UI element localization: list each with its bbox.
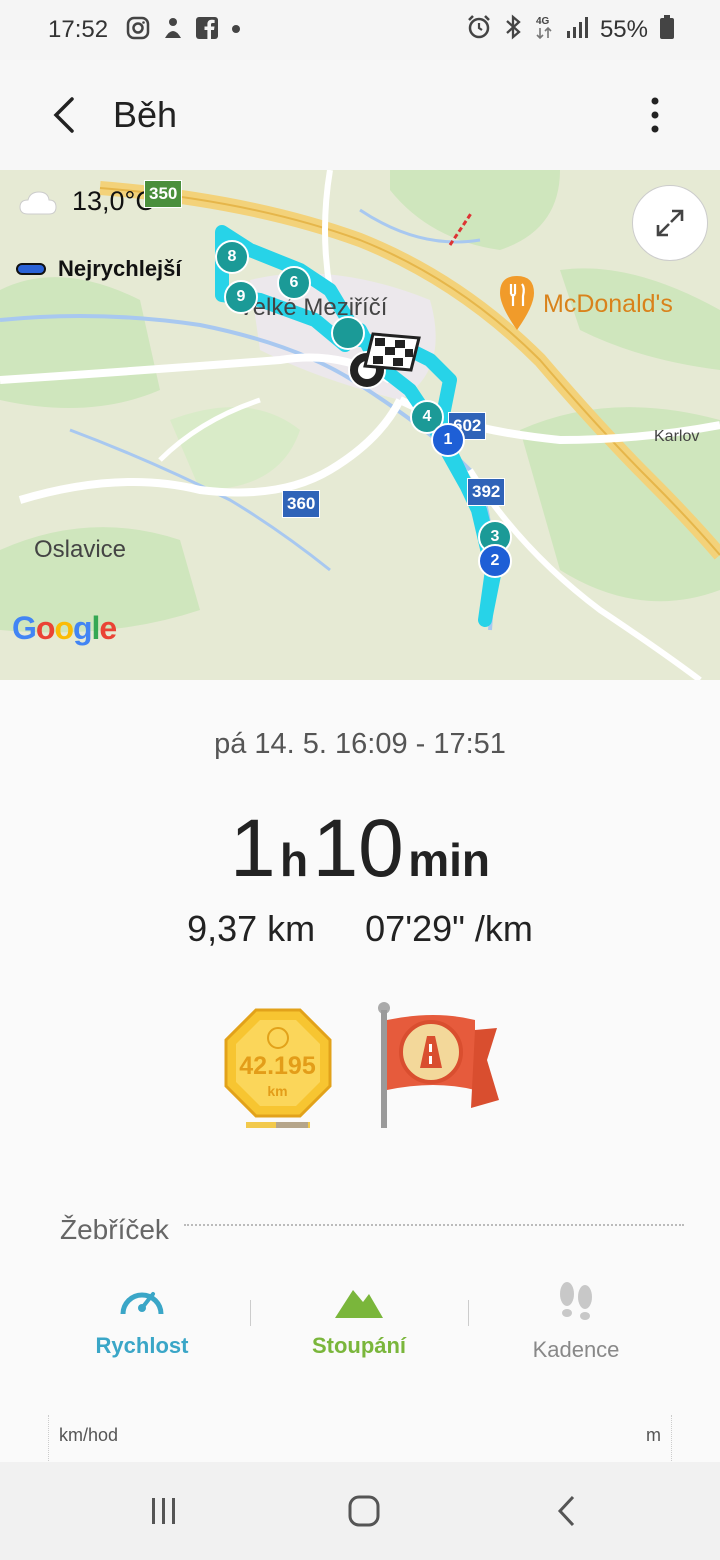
chart-right-unit: m (646, 1425, 661, 1445)
home-button[interactable] (334, 1486, 394, 1536)
map-background (0, 170, 720, 680)
leaderboard-title: Žebříček (60, 1214, 169, 1245)
more-options-button[interactable] (630, 90, 680, 140)
marathon-badge-unit: km (267, 1083, 288, 1099)
workout-duration: 1 h 10 min (0, 802, 720, 896)
footsteps-icon (560, 1282, 592, 1320)
place-velke-mezirici: Velké Meziříčí (238, 294, 388, 321)
arrow-back-icon (53, 97, 74, 133)
route-marker[interactable]: 1 (431, 423, 465, 457)
section-divider (184, 1224, 684, 1226)
mountain-icon (335, 1290, 383, 1318)
home-icon (348, 1495, 380, 1527)
speedometer-icon (120, 1292, 164, 1315)
signal-icon (566, 15, 588, 44)
road-number-360: 360 (282, 490, 321, 518)
cloud-icon (19, 190, 57, 214)
instagram-icon (126, 16, 150, 45)
finish-flag-icon (348, 332, 421, 389)
nav-back-button[interactable] (536, 1486, 596, 1536)
tab-climb-label: Stoupání (311, 1333, 407, 1358)
road-number-350: 350 (144, 180, 183, 208)
chart-left-unit: km/hod (59, 1425, 119, 1445)
workout-summary: pá 14. 5. 16:09 - 17:51 1 h 10 min 9,37 … (0, 680, 720, 1475)
weather-info: 13,0°C (18, 186, 155, 217)
tab-cadence[interactable]: Kadence (456, 1280, 696, 1363)
tab-speed[interactable]: Rychlost (22, 1280, 262, 1359)
dot-icon (230, 22, 242, 40)
road-number-392: 392 (467, 478, 506, 506)
tab-climb[interactable]: Stoupání (239, 1280, 479, 1359)
page-title: Běh (113, 94, 178, 135)
place-oslavice: Oslavice (34, 536, 127, 563)
workout-stats: 9,37 km 07'29" /km (0, 908, 720, 950)
nav-back-icon (557, 1495, 575, 1527)
duration-minutes-unit: min (408, 834, 491, 886)
workout-distance: 9,37 km (187, 908, 316, 949)
leaderboard-tabs: Rychlost Stoupání Kadence (0, 1280, 720, 1390)
alarm-icon (466, 14, 492, 45)
expand-map-button[interactable] (632, 185, 708, 261)
legend-swatch (16, 263, 46, 275)
route-legend: Nejrychlejší (16, 256, 182, 282)
tab-cadence-label: Kadence (532, 1337, 620, 1362)
recent-apps-button[interactable] (134, 1486, 194, 1536)
route-marker[interactable]: 2 (478, 544, 512, 578)
marathon-badge[interactable]: 42.195 km (220, 1008, 335, 1133)
route-marker[interactable]: 6 (277, 266, 311, 300)
route-marker[interactable]: 8 (215, 240, 249, 274)
duration-hours-unit: h (280, 834, 309, 886)
duration-minutes: 10 (312, 803, 404, 894)
battery-icon (660, 15, 674, 44)
notification-app-icon (162, 16, 184, 45)
bluetooth-icon (504, 14, 522, 45)
duration-hours: 1 (229, 803, 276, 894)
status-time: 17:52 (48, 16, 109, 43)
workout-pace: 07'29" /km (365, 908, 533, 949)
marathon-badge-value: 42.195 (239, 1052, 316, 1080)
app-bar: Běh (0, 60, 720, 170)
battery-percent: 55% (599, 15, 648, 43)
tab-speed-label: Rychlost (95, 1333, 189, 1358)
google-logo: Google (12, 610, 117, 646)
facebook-icon (196, 17, 218, 44)
weather-temperature: 13,0°C (72, 186, 155, 216)
route-flag-badge-icon[interactable] (375, 1000, 505, 1130)
back-button[interactable] (40, 90, 90, 140)
legend-label: Nejrychlejší (58, 256, 182, 281)
place-mcdonalds: McDonald's (543, 290, 673, 318)
system-navigation-bar (0, 1462, 720, 1560)
4g-icon: 4G (534, 14, 554, 45)
more-vert-icon (651, 97, 659, 133)
restaurant-pin-icon (500, 276, 534, 330)
place-karlov: Karlov (654, 428, 700, 445)
fullscreen-icon (656, 209, 684, 237)
status-bar: 17:52 4G 55% (0, 0, 720, 60)
svg-text:4G: 4G (536, 16, 550, 27)
badges: 42.195 km (220, 1000, 510, 1135)
route-marker[interactable]: 9 (224, 280, 258, 314)
workout-date-range: pá 14. 5. 16:09 - 17:51 (214, 728, 506, 760)
recent-apps-icon (152, 1498, 175, 1524)
route-map[interactable]: 13,0°C Nejrychlejší 350 602 392 360 Velk… (0, 170, 720, 680)
